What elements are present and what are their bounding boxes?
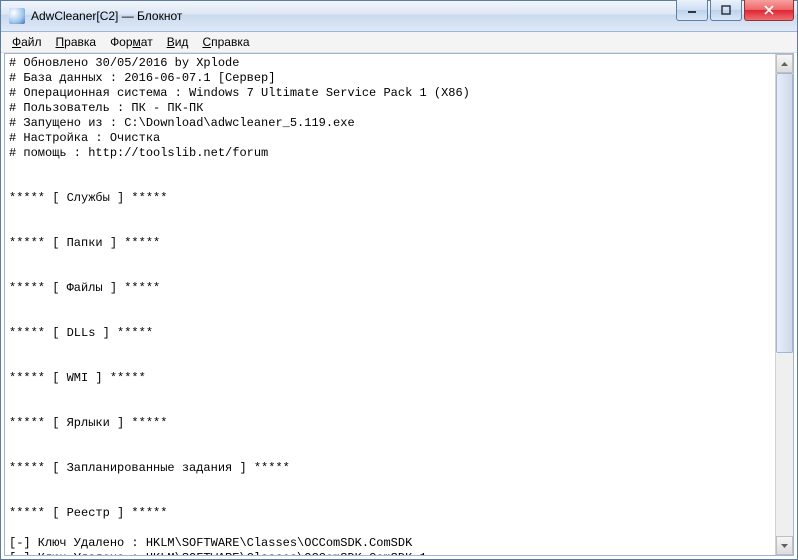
- vertical-scrollbar[interactable]: [775, 54, 793, 555]
- chevron-down-icon: [780, 543, 789, 549]
- menu-file[interactable]: Файл: [5, 33, 49, 51]
- maximize-icon: [720, 5, 732, 15]
- minimize-button[interactable]: [676, 0, 708, 21]
- close-button[interactable]: [744, 0, 794, 21]
- menu-format[interactable]: Формат: [103, 33, 160, 51]
- window-title: AdwCleaner[C2] — Блокнот: [31, 9, 676, 23]
- scroll-track[interactable]: [776, 73, 793, 536]
- client-area: # Обновлено 30/05/2016 by Xplode # База …: [4, 53, 794, 556]
- window-controls: [676, 1, 797, 31]
- scroll-down-button[interactable]: [776, 536, 793, 555]
- menu-help-label: Справка: [202, 35, 249, 49]
- app-icon: [9, 8, 25, 24]
- menu-format-label: Формат: [110, 35, 153, 49]
- menu-edit-label: Правка: [56, 35, 97, 49]
- menu-file-label: Файл: [12, 35, 42, 49]
- titlebar[interactable]: AdwCleaner[C2] — Блокнот: [1, 1, 797, 32]
- minimize-icon: [686, 5, 698, 15]
- close-icon: [763, 5, 775, 15]
- menu-help[interactable]: Справка: [195, 33, 256, 51]
- chevron-up-icon: [780, 61, 789, 67]
- menu-view-label: Вид: [167, 35, 189, 49]
- menu-view[interactable]: Вид: [160, 33, 196, 51]
- menubar: Файл Правка Формат Вид Справка: [1, 32, 797, 53]
- scroll-up-button[interactable]: [776, 54, 793, 73]
- text-content[interactable]: # Обновлено 30/05/2016 by Xplode # База …: [5, 54, 775, 555]
- notepad-window: AdwCleaner[C2] — Блокнот Файл Правка Фор…: [0, 0, 798, 560]
- maximize-button[interactable]: [710, 0, 742, 21]
- scroll-thumb[interactable]: [776, 73, 793, 353]
- menu-edit[interactable]: Правка: [49, 33, 104, 51]
